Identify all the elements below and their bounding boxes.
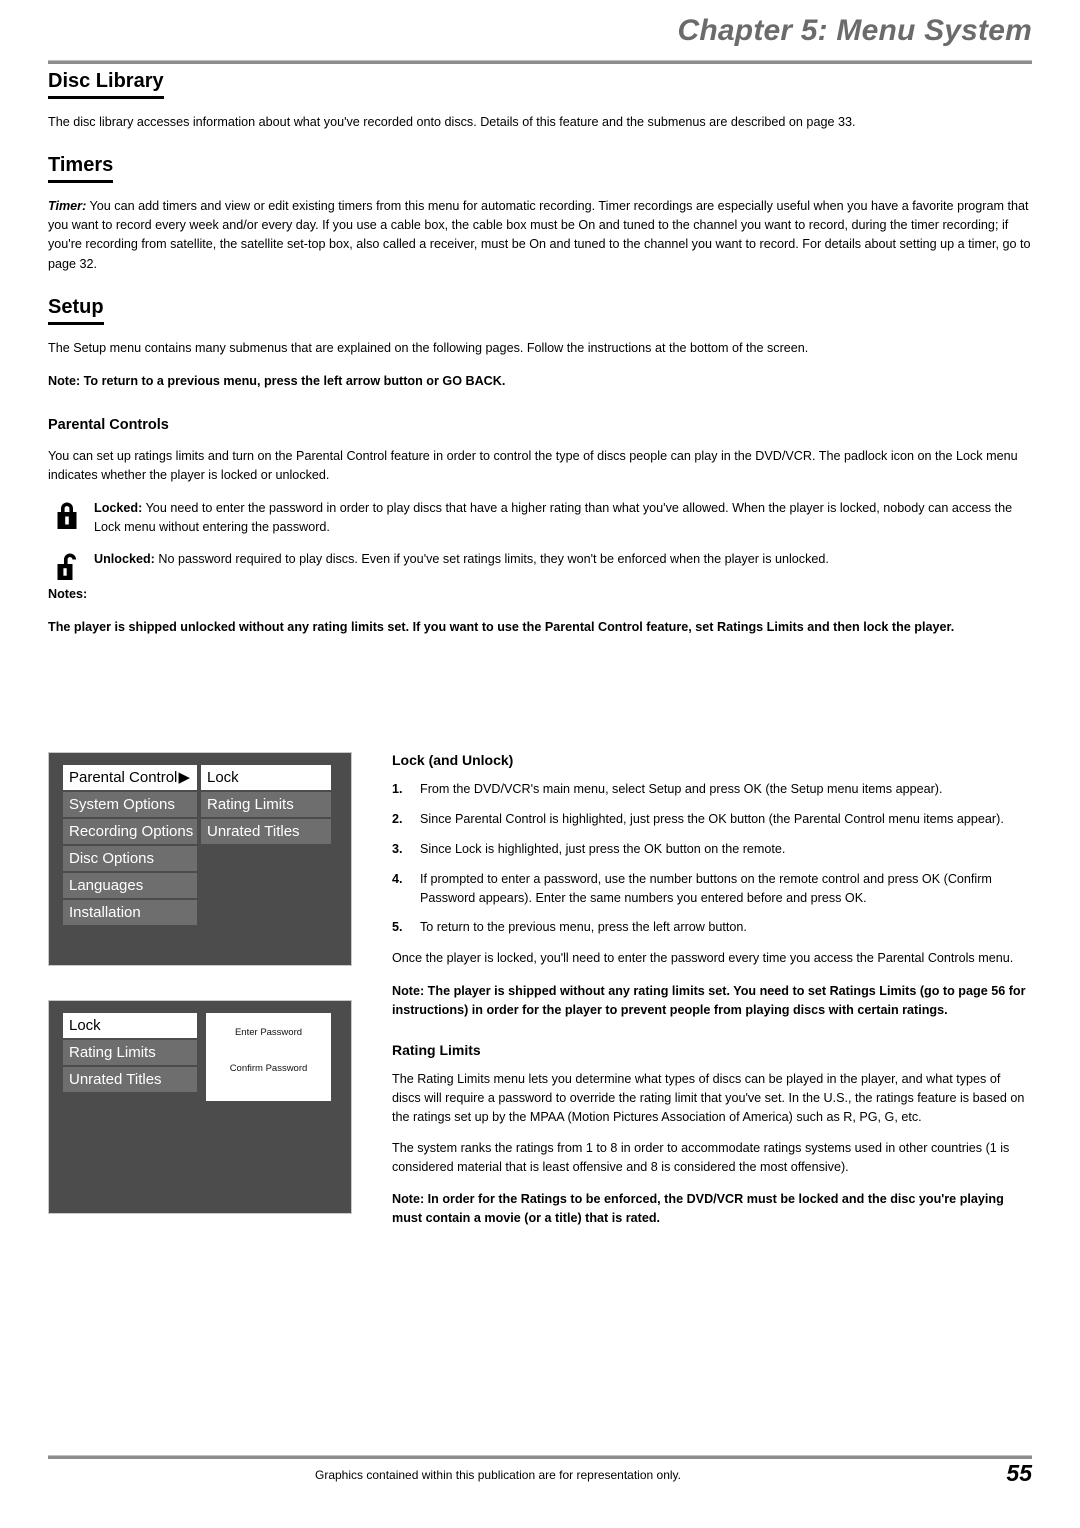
menu-item-label: Lock <box>69 1017 101 1034</box>
step-number: 2. <box>392 811 403 826</box>
disc-library-heading: Disc Library <box>48 70 164 99</box>
list-item: 5. To return to the previous menu, press… <box>392 918 1032 937</box>
lock-and-unlock-steps: 1. From the DVD/VCR's main menu, select … <box>392 780 1032 937</box>
step-text: If prompted to enter a password, use the… <box>420 871 992 905</box>
step-number: 1. <box>392 782 403 796</box>
menu-item-disc-options[interactable]: Disc Options <box>63 846 197 871</box>
menu-item-label: Lock <box>207 769 239 786</box>
menu-item-label: Languages <box>69 877 144 894</box>
locked-label: Locked: <box>94 501 143 516</box>
menu-item-label: Installation <box>69 904 141 921</box>
parental-controls-paragraph: You can set up ratings limits and turn o… <box>48 448 1018 483</box>
menu-item-lock[interactable]: Lock <box>201 765 331 790</box>
menu-column-setup-items: Parental Control ▶ System Options Record… <box>63 765 197 927</box>
enter-password-label: Enter Password <box>234 1027 303 1038</box>
menu-item-recording-options[interactable]: Recording Options <box>63 819 197 844</box>
disc-library-paragraph: The disc library accesses information ab… <box>48 115 856 129</box>
padlock-closed-icon <box>52 499 82 533</box>
padlock-open-icon <box>52 550 82 584</box>
lock-and-unlock-heading: Lock (and Unlock) <box>392 752 514 768</box>
step-text: Since Lock is highlighted, just press th… <box>420 841 786 856</box>
header-divider <box>48 60 1032 64</box>
step-number: 4. <box>392 871 403 886</box>
menu-item-unrated-titles[interactable]: Unrated Titles <box>63 1067 197 1092</box>
timers-section: Timers <box>48 154 1032 184</box>
list-item: 3. Since Lock is highlighted, just press… <box>392 840 1032 859</box>
menu-column-parental-control-items: Lock Rating Limits Unrated Titles <box>201 765 331 846</box>
menu-screenshot-parental-control: Parental Control ▶ System Options Record… <box>48 752 352 966</box>
list-item: 4. If prompted to enter a password, use … <box>392 870 1032 908</box>
locked-text: You need to enter the password in order … <box>94 501 1013 535</box>
menu-item-label: Recording Options <box>69 823 194 840</box>
footer-divider <box>48 1455 1032 1459</box>
menu-item-label: Unrated Titles <box>69 1071 162 1088</box>
timers-paragraph: Timer: You can add timers and view or ed… <box>48 197 1032 274</box>
menu-item-label: System Options <box>69 796 175 813</box>
setup-paragraph: The Setup menu contains many submenus th… <box>48 340 809 355</box>
setup-section: Setup <box>48 296 1032 325</box>
lock-closing-paragraph: Once the player is locked, you'll need t… <box>392 951 1014 966</box>
menu-screenshot-lock-password: Lock Rating Limits Unrated Titles Enter … <box>48 1000 352 1214</box>
list-item: 2. Since Parental Control is highlighted… <box>392 810 1032 829</box>
notes-text: The player is shipped unlocked without a… <box>48 619 955 634</box>
unlocked-bullet: Unlocked: No password required to play d… <box>48 550 1032 580</box>
chevron-right-icon: ▶ <box>178 769 190 786</box>
parental-controls-heading: Parental Controls <box>48 416 169 433</box>
menu-item-unrated-titles[interactable]: Unrated Titles <box>201 819 331 844</box>
confirm-password-label: Confirm Password <box>229 1063 308 1074</box>
menu-item-lock[interactable]: Lock <box>63 1013 197 1038</box>
main-content: Disc Library The disc library accesses i… <box>48 70 1032 637</box>
notes-label: Notes: <box>48 586 88 601</box>
timers-heading: Timers <box>48 154 114 184</box>
password-dialog: Enter Password Confirm Password <box>206 1013 331 1101</box>
setup-heading: Setup <box>48 296 104 325</box>
menu-item-system-options[interactable]: System Options <box>63 792 197 817</box>
disc-library-section: Disc Library <box>48 70 1032 99</box>
step-text: To return to the previous menu, press th… <box>420 920 747 935</box>
step-text: From the DVD/VCR's main menu, select Set… <box>420 782 943 796</box>
document-page: Chapter 5: Menu System Disc Library The … <box>0 0 1080 1528</box>
step-number: 5. <box>392 920 403 935</box>
unlocked-label: Unlocked: <box>94 551 155 566</box>
list-item: 1. From the DVD/VCR's main menu, select … <box>392 780 1032 799</box>
page-header: Chapter 5: Menu System <box>48 14 1032 64</box>
rating-limits-note: Note: In order for the Ratings to be enf… <box>392 1192 1004 1226</box>
right-column: Lock (and Unlock) 1. From the DVD/VCR's … <box>392 752 1032 1228</box>
timers-lead-label: Timer: <box>48 199 87 214</box>
menu-item-rating-limits[interactable]: Rating Limits <box>63 1040 197 1065</box>
menu-item-languages[interactable]: Languages <box>63 873 197 898</box>
step-text: Since Parental Control is highlighted, j… <box>420 811 1004 826</box>
menu-item-rating-limits[interactable]: Rating Limits <box>201 792 331 817</box>
rating-limits-paragraph-1: The Rating Limits menu lets you determin… <box>392 1072 1025 1124</box>
rating-limits-paragraph-2: The system ranks the ratings from 1 to 8… <box>392 1140 1010 1174</box>
menu-item-label: Rating Limits <box>69 1044 156 1061</box>
menu-column-lock-items: Lock Rating Limits Unrated Titles <box>63 1013 197 1094</box>
menu-item-label: Unrated Titles <box>207 823 300 840</box>
rating-limits-heading: Rating Limits <box>392 1042 481 1059</box>
menu-item-parental-control[interactable]: Parental Control ▶ <box>63 765 197 790</box>
locked-bullet: Locked: You need to enter the password i… <box>48 499 1032 537</box>
page-number: 55 <box>1006 1460 1032 1486</box>
setup-note: Note: To return to a previous menu, pres… <box>48 373 506 388</box>
menu-item-label: Parental Control <box>69 769 178 786</box>
menu-item-label: Disc Options <box>69 850 155 867</box>
menu-item-installation[interactable]: Installation <box>63 900 197 925</box>
unlocked-text: No password required to play discs. Even… <box>154 551 829 566</box>
step-number: 3. <box>392 841 403 856</box>
timers-paragraph-text: You can add timers and view or edit exis… <box>48 199 1031 271</box>
chapter-title: Chapter 5: Menu System <box>677 14 1032 47</box>
lock-note: Note: The player is shipped without any … <box>392 984 1026 1018</box>
footer-caption: Graphics contained within this publicati… <box>315 1468 681 1482</box>
menu-item-label: Rating Limits <box>207 796 294 813</box>
